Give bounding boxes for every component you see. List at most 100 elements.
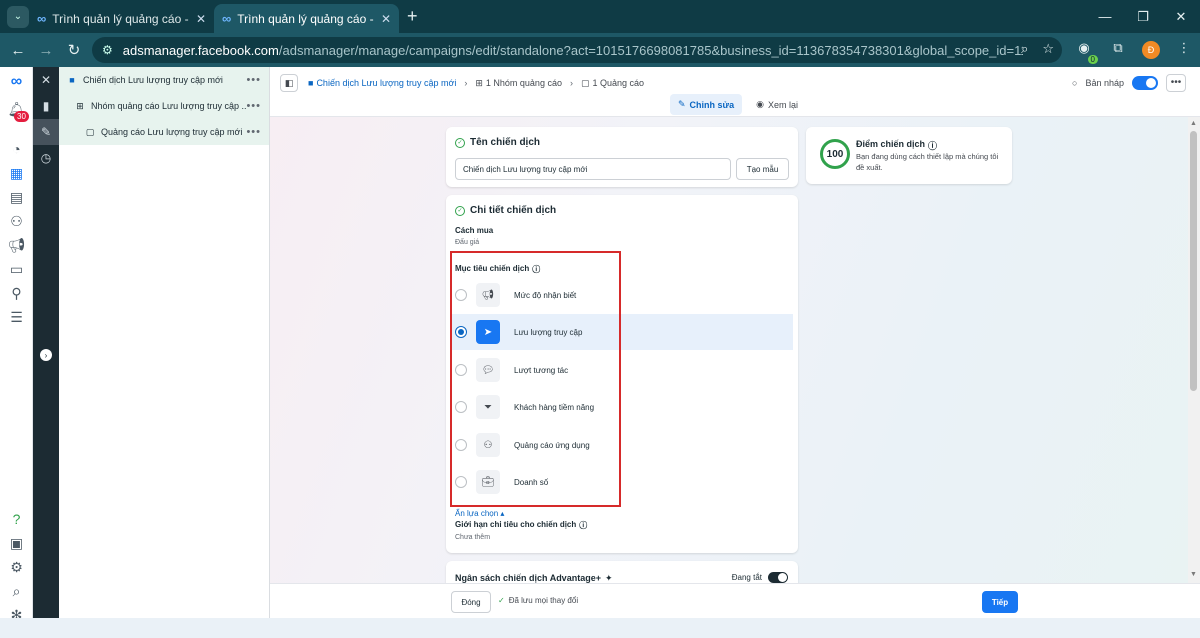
back-icon[interactable]: ← <box>4 42 32 59</box>
minimize-icon[interactable]: — <box>1086 9 1124 24</box>
more-menu-button[interactable]: ••• <box>1166 74 1186 92</box>
breadcrumb-adset[interactable]: ⊞ 1 Nhóm quảng cáo <box>475 78 562 89</box>
editor-rail: ✕ ▮ ✎ ◷ › <box>33 67 59 618</box>
scroll-down-icon[interactable]: ▼ <box>1190 571 1197 578</box>
draft-toggle[interactable] <box>1132 76 1158 90</box>
browser-tab-2[interactable]: ∞ Trình quản lý quảng cáo - Quản ✕ <box>214 4 399 33</box>
editor-main: ✓ Tên chiến dịch Chiến dịch Lưu lượng tr… <box>270 117 1188 583</box>
reload-icon[interactable]: ↻ <box>60 41 88 59</box>
ads-megaphone-icon[interactable]: 📢︎ <box>0 233 33 257</box>
restore-icon[interactable]: ❐ <box>1124 9 1162 25</box>
edit-pencil-icon[interactable]: ✎ <box>33 119 59 145</box>
forward-icon[interactable]: → <box>32 42 60 59</box>
more-options-icon[interactable]: ••• <box>246 74 261 86</box>
notification-badge: 30 <box>14 111 29 122</box>
extension-badge: 0 <box>1087 55 1098 64</box>
audiences-icon[interactable]: ⚇ <box>0 209 33 233</box>
zoom-icon[interactable]: ⌕ <box>1021 41 1028 57</box>
campaign-tree: ■ Chiến dịch Lưu lượng truy cập mới ••• … <box>59 67 270 618</box>
new-tab-button[interactable]: + <box>407 6 418 27</box>
advantage-budget-card: Ngân sách chiến dịch Advantage+ ✦ Đang t… <box>446 561 798 583</box>
score-description: Bạn đang dùng cách thiết lập mà chúng tô… <box>856 152 999 172</box>
url-host: adsmanager.facebook.com <box>122 42 279 58</box>
tab-edit[interactable]: ✎ Chỉnh sửa <box>670 94 743 115</box>
profile-avatar[interactable]: Đ <box>1142 41 1160 59</box>
draft-label: Bản nháp <box>1085 78 1124 88</box>
report-icon[interactable]: ▣ <box>0 531 33 555</box>
settings-gear-icon[interactable]: ⚙ <box>0 555 33 579</box>
card-title: Chi tiết chiến dịch <box>470 205 557 216</box>
breadcrumb-campaign[interactable]: ■ Chiến dịch Lưu lượng truy cập mới <box>308 78 456 88</box>
meta-logo-icon[interactable]: ∞ <box>0 67 33 97</box>
more-options-icon[interactable]: ••• <box>246 100 261 112</box>
help-icon[interactable]: ? <box>0 507 33 531</box>
adset-grid-icon: ⊞ <box>475 77 483 88</box>
scrollbar-thumb[interactable] <box>1190 131 1197 391</box>
editor-header: ◧ ■ Chiến dịch Lưu lượng truy cập mới › … <box>270 67 1200 117</box>
tree-item-adset[interactable]: ⊞ Nhóm quảng cáo Lưu lượng truy cập ... … <box>59 93 269 119</box>
close-tab-icon[interactable]: ✕ <box>381 12 391 26</box>
main-scrollbar[interactable]: ▲ ▼ <box>1188 117 1200 583</box>
all-tools-menu-icon[interactable]: ☰ <box>0 305 33 329</box>
history-clock-icon[interactable]: ◷ <box>33 145 59 171</box>
tree-item-ad[interactable]: ▢ Quảng cáo Lưu lượng truy cập mới ••• <box>59 119 269 145</box>
advantage-title: Ngân sách chiến dịch Advantage+ <box>455 573 601 583</box>
spending-limit-label: Giới hạn chi tiêu cho chiến dịch <box>455 520 577 529</box>
scroll-up-icon[interactable]: ▲ <box>1190 120 1197 127</box>
site-info-icon[interactable]: ⚙ <box>102 43 113 57</box>
campaign-name-card: ✓ Tên chiến dịch Chiến dịch Lưu lượng tr… <box>446 127 798 187</box>
spending-limit-value: Chưa thêm <box>455 534 491 541</box>
expand-arrow-icon[interactable]: › <box>40 349 52 361</box>
campaign-score-card: 100 Điểm chiến dịch ⓘ Bạn đang dùng cách… <box>806 127 1012 184</box>
close-editor-icon[interactable]: ✕ <box>33 67 59 93</box>
browser-menu-icon[interactable]: ⋮ <box>1174 40 1194 60</box>
checkmark-icon: ✓ <box>498 596 505 605</box>
sparkle-icon: ✦ <box>604 573 613 583</box>
page-bottom-strip <box>0 618 1200 638</box>
search-icon[interactable]: ⌕ <box>0 579 33 603</box>
global-nav-rail: ∞ 🔔︎ 30 ◔ ▦ ▤ ⚇ 📢︎ ▭ ⚲ ☰ ? ▣ ⚙ ⌕ ✻ <box>0 67 33 638</box>
toggle-sidebar-icon[interactable]: ◧ <box>280 74 298 92</box>
info-icon[interactable]: ⓘ <box>579 520 587 531</box>
browser-tabbar: ⌄ ∞ Trình quản lý quảng cáo - Quản ✕ ∞ T… <box>0 0 1200 33</box>
close-button[interactable]: Đóng <box>451 591 491 613</box>
browser-tab-1[interactable]: ∞ Trình quản lý quảng cáo - Quản ✕ <box>29 4 214 33</box>
tree-item-campaign[interactable]: ■ Chiến dịch Lưu lượng truy cập mới ••• <box>59 67 269 93</box>
extension-icon[interactable]: ◉ 0 <box>1074 40 1098 64</box>
close-window-icon[interactable]: ✕ <box>1162 9 1200 25</box>
more-options-icon[interactable]: ••• <box>246 126 261 138</box>
pencil-icon: ✎ <box>678 99 686 109</box>
hide-options-link[interactable]: Ẩn lựa chọn ▴ <box>455 509 504 518</box>
tab-title: Trình quản lý quảng cáo - Quản <box>52 11 190 26</box>
buying-type-label: Cách mua <box>455 226 494 235</box>
business-users-icon[interactable]: ⚲ <box>0 281 33 305</box>
close-tab-icon[interactable]: ✕ <box>196 12 206 26</box>
campaign-name-input[interactable]: Chiến dịch Lưu lượng truy cập mới <box>455 158 731 180</box>
check-circle-icon: ✓ <box>455 137 465 148</box>
address-bar[interactable]: ⚙ adsmanager.facebook.com/adsmanager/man… <box>92 37 1062 63</box>
draft-circle-icon: ○ <box>1072 78 1078 88</box>
eye-icon: ◉ <box>756 99 764 109</box>
chevron-right-icon: › <box>569 78 573 88</box>
campaigns-table-icon[interactable]: ▦ <box>0 161 33 185</box>
advantage-toggle[interactable] <box>768 572 788 583</box>
extensions-puzzle-icon[interactable]: ⧉ <box>1108 40 1128 60</box>
draft-status: ○ Bản nháp ••• <box>1072 74 1186 92</box>
tab-review[interactable]: ◉ Xem lại <box>748 94 806 115</box>
editor-footer: Đóng ✓ Đã lưu mọi thay đổi Tiếp <box>270 583 1200 618</box>
catalog-icon[interactable]: ▤ <box>0 185 33 209</box>
score-ring: 100 <box>820 139 850 169</box>
mode-switcher: ✎ Chỉnh sửa ◉ Xem lại <box>670 94 806 115</box>
dashboard-icon[interactable]: ◔ <box>0 137 33 161</box>
browser-toolbar: ← → ↻ ⚙ adsmanager.facebook.com/adsmanag… <box>0 33 1200 67</box>
url-path: /adsmanager/manage/campaigns/edit/standa… <box>278 42 1023 58</box>
create-template-button[interactable]: Tạo mẫu <box>736 158 789 180</box>
chart-icon[interactable]: ▮ <box>33 93 59 119</box>
billing-card-icon[interactable]: ▭ <box>0 257 33 281</box>
next-button[interactable]: Tiếp <box>982 591 1018 613</box>
breadcrumb-ad[interactable]: ▢ 1 Quảng cáo <box>581 78 644 89</box>
tab-search-button[interactable]: ⌄ <box>7 5 29 28</box>
bookmark-star-icon[interactable]: ☆ <box>1042 41 1054 57</box>
buying-type-value: Đấu giá <box>455 239 480 246</box>
ad-square-icon: ▢ <box>580 77 590 88</box>
